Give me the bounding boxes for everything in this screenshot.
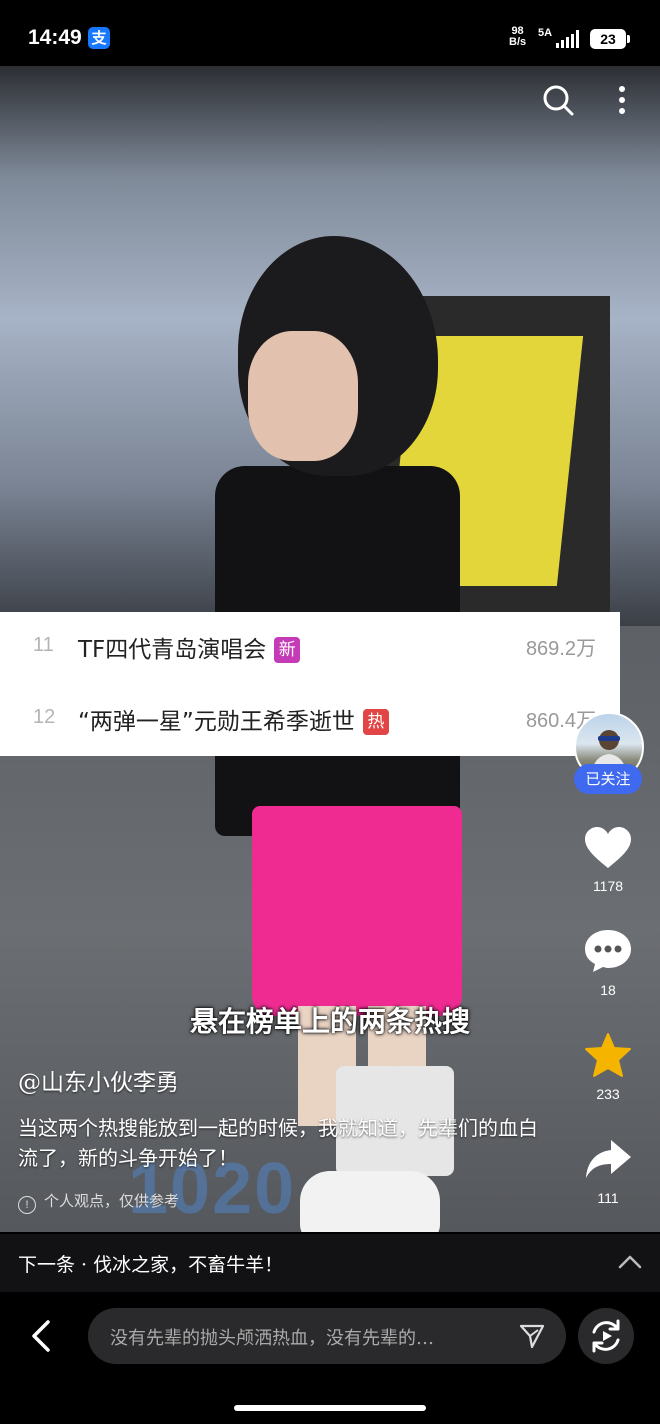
- hot-search-title-text: TF四代青岛演唱会: [78, 637, 267, 663]
- comment-bubble-icon: [585, 930, 631, 972]
- comment-button[interactable]: 18: [576, 928, 640, 998]
- status-bar: 14:49 支 98 B/s 5A 23: [0, 0, 660, 66]
- signal-bars-icon: [556, 30, 582, 48]
- hot-search-rank: 12: [33, 706, 56, 728]
- hot-search-rank: 11: [33, 634, 54, 656]
- new-badge: 新: [274, 637, 301, 663]
- next-video-title: 下一条 · 伐冰之家，不畜牛羊！: [18, 1254, 284, 1276]
- opinion-disclaimer: ! 个人观点，仅供参考: [18, 1190, 179, 1214]
- person-face: [248, 331, 358, 461]
- hot-search-row: 12 “两弹一星”元勋王希季逝世热 860.4万: [0, 684, 620, 756]
- status-time: 14:49: [28, 26, 82, 49]
- next-video-bar[interactable]: 下一条 · 伐冰之家，不畜牛羊！: [0, 1234, 660, 1292]
- back-arrow-icon[interactable]: [28, 1318, 56, 1354]
- home-indicator[interactable]: [234, 1405, 426, 1411]
- hot-search-overlay: 11 TF四代青岛演唱会新 869.2万 12 “两弹一星”元勋王希季逝世热 8…: [0, 612, 620, 756]
- like-count: 1178: [592, 878, 624, 894]
- video-subtitle: 悬在榜单上的两条热搜: [189, 1005, 470, 1038]
- network-speed: 98 B/s: [509, 26, 526, 48]
- more-options-icon[interactable]: [604, 82, 640, 118]
- comment-placeholder: 没有先辈的抛头颅洒热血，没有先辈的…: [110, 1328, 434, 1349]
- bottom-bar: 没有先辈的抛头颅洒热血，没有先辈的…: [0, 1292, 660, 1424]
- hot-search-row: 11 TF四代青岛演唱会新 869.2万: [0, 612, 620, 684]
- battery-icon: 23: [590, 29, 630, 49]
- disclaimer-text: 个人观点，仅供参考: [44, 1192, 180, 1210]
- comment-count: 18: [600, 982, 616, 998]
- heart-icon: [585, 827, 631, 868]
- send-icon[interactable]: [518, 1322, 546, 1350]
- hot-badge: 热: [362, 709, 389, 735]
- share-button[interactable]: 111: [576, 1136, 640, 1206]
- search-icon[interactable]: [540, 82, 576, 118]
- like-button[interactable]: 1178: [576, 826, 640, 894]
- chevron-up-icon[interactable]: [618, 1252, 642, 1272]
- share-count: 111: [597, 1190, 619, 1206]
- video-description: 当这两个热搜能放到一起的时候，我就知道，先辈们的血白流了，新的斗争开始了！: [18, 1116, 538, 1170]
- author-name[interactable]: @山东小伙李勇: [18, 1063, 179, 1097]
- favorite-count: 233: [596, 1086, 620, 1102]
- comment-input[interactable]: 没有先辈的抛头颅洒热血，没有先辈的…: [88, 1308, 566, 1364]
- person-shorts: [252, 806, 462, 1016]
- replay-button[interactable]: [578, 1308, 634, 1364]
- replay-icon: [592, 1319, 620, 1353]
- network-speed-unit: B/s: [509, 36, 527, 48]
- signal-label: 5A: [538, 27, 553, 39]
- person-shoe: [300, 1171, 440, 1232]
- share-arrow-icon: [586, 1140, 631, 1178]
- hot-search-count: 869.2万: [525, 638, 596, 660]
- info-icon: !: [18, 1196, 36, 1214]
- followed-badge[interactable]: 已关注: [574, 764, 642, 794]
- favorite-button[interactable]: 233: [576, 1032, 640, 1102]
- hot-search-title-text: “两弹一星”元勋王希季逝世: [78, 709, 355, 735]
- alipay-icon: 支: [88, 27, 110, 49]
- hot-search-title: TF四代青岛演唱会新: [78, 630, 301, 664]
- hot-search-title: “两弹一星”元勋王希季逝世热: [78, 702, 389, 736]
